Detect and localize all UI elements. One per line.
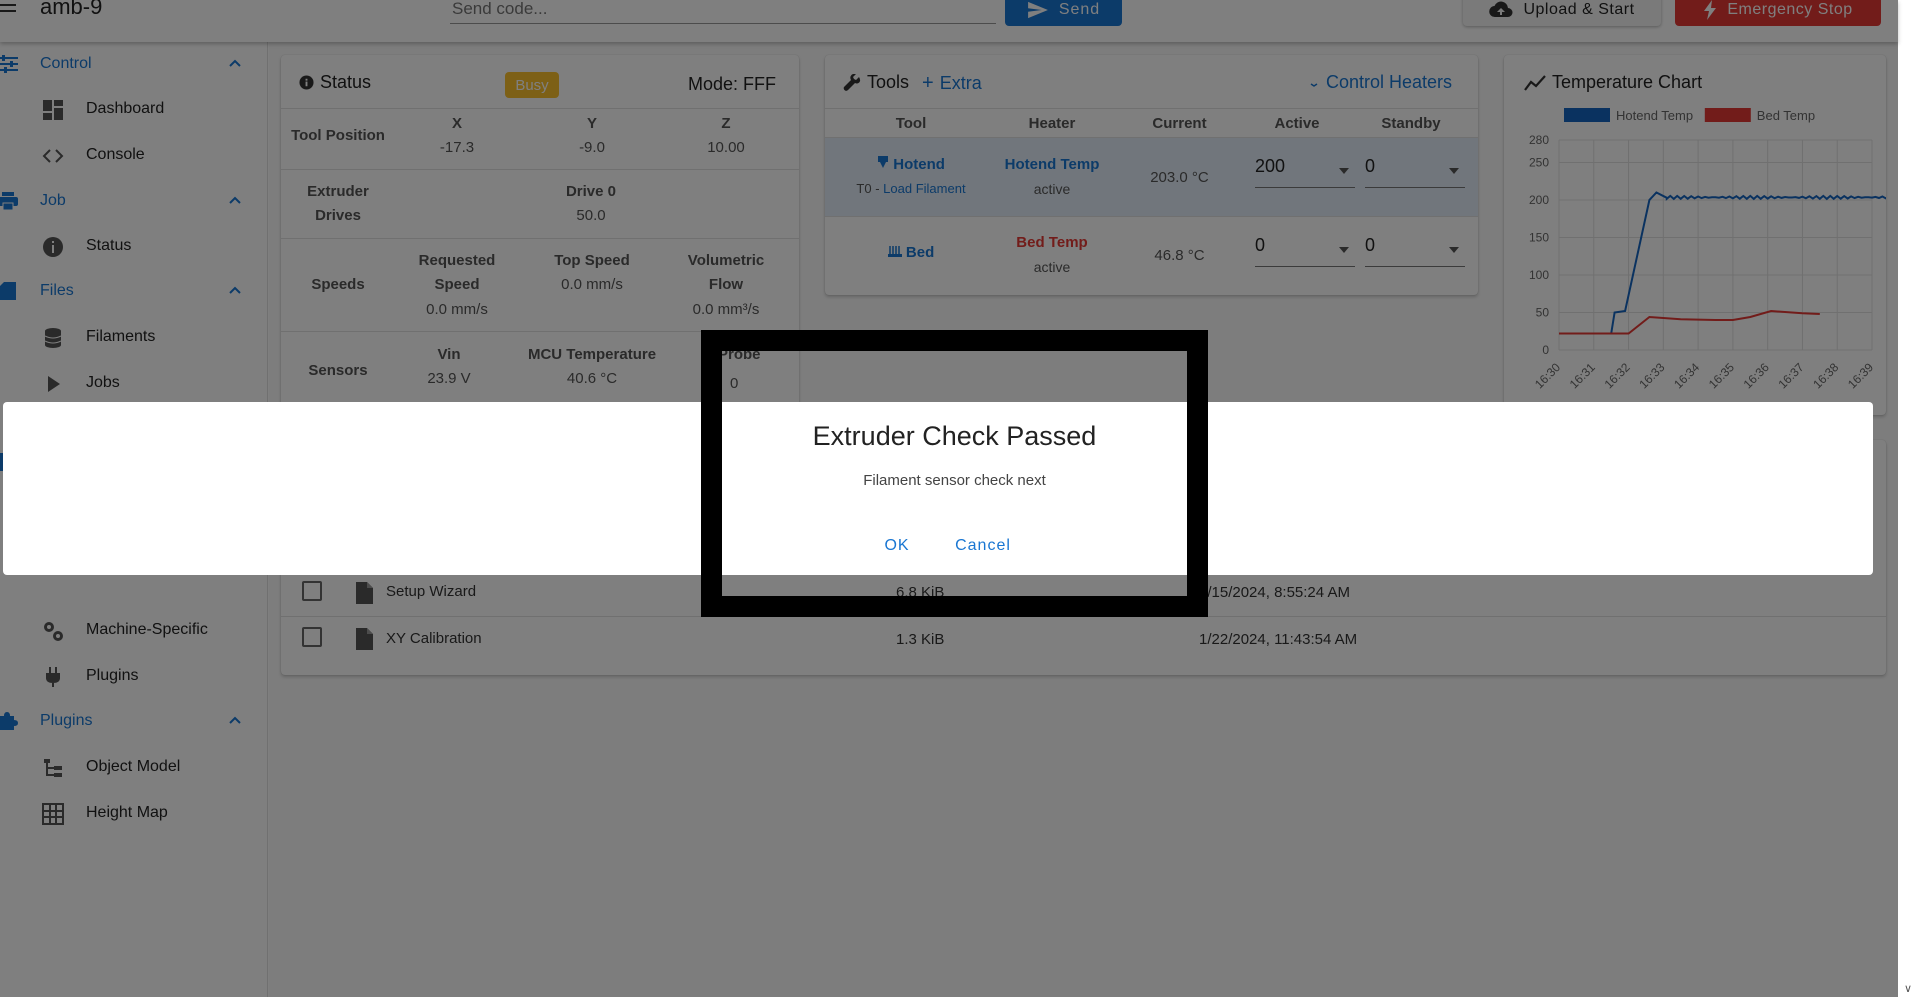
ok-button[interactable]: OK xyxy=(872,531,922,561)
cancel-button[interactable]: Cancel xyxy=(944,531,1022,561)
chevron-down-icon: ∨ xyxy=(1904,983,1913,995)
app-window: amb-9 Send Upload & Start Emergency Stop… xyxy=(0,0,1898,997)
dialog-title: Extruder Check Passed xyxy=(812,421,1097,451)
window-scrollbar[interactable]: ∨ xyxy=(1898,0,1920,997)
dialog-message: Filament sensor check next xyxy=(863,472,1046,489)
confirm-dialog: Extruder Check Passed Filament sensor ch… xyxy=(722,351,1187,596)
